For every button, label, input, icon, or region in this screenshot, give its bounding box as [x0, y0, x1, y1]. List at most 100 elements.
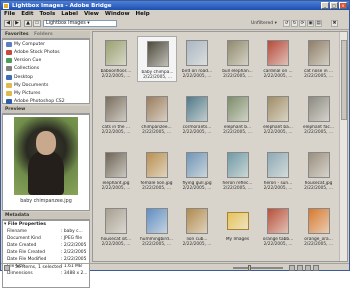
- thumbnail-item[interactable]: orange tabb... 2/22/2005, ...: [258, 204, 298, 250]
- thumbnail-item[interactable]: cormorants... 2/22/2005, ...: [177, 92, 217, 138]
- up-folder-icon[interactable]: ▲: [24, 20, 32, 27]
- title-bar[interactable]: Lightbox Images - Adobe Bridge _ □ ×: [1, 1, 349, 10]
- menu-tools[interactable]: Tools: [39, 11, 55, 17]
- thumbnail-item[interactable]: lion cub... 2/22/2005, ...: [177, 204, 217, 250]
- favorite-adobe-stock-photos[interactable]: Adobe Stock Photos: [6, 50, 60, 55]
- folder-icon: [6, 83, 12, 88]
- thumbnail-item[interactable]: bird on road... 2/22/2005, ...: [177, 36, 217, 82]
- thumbnail-image: [267, 152, 289, 178]
- view-filmstrip-icon[interactable]: [297, 265, 303, 271]
- thumbnail-item[interactable]: cats in the ... 2/22/2005, ...: [96, 92, 136, 138]
- filter-dropdown[interactable]: Unfiltered ▾: [251, 21, 277, 26]
- thumbnail-item[interactable]: elephant fac... 2/22/2005, ...: [299, 92, 339, 138]
- thumbnail-image: [105, 208, 127, 234]
- favorite-label: Desktop: [14, 75, 33, 80]
- thumbnail-image-frame: [183, 207, 211, 235]
- thumbnail-image: [226, 96, 249, 122]
- thumbnail-date: 2/22/2005, ...: [263, 74, 293, 79]
- thumbnail-item[interactable]: baboonfloor.... 2/22/2005, ...: [96, 36, 136, 82]
- photoshop-icon: [6, 99, 12, 104]
- thumbnail-item[interactable]: chimpanzee... 2/22/2005, ...: [137, 92, 177, 138]
- file-properties-section[interactable]: ▾ File Properties: [4, 222, 46, 227]
- thumbnail-date: 2/22/2005, ...: [223, 74, 252, 79]
- favorite-my-documents[interactable]: My Documents: [6, 83, 48, 88]
- thumbnail-item[interactable]: elephant b... 2/22/2005, ...: [218, 92, 258, 138]
- favorite-label: Collections: [14, 66, 40, 71]
- thumbnail-item[interactable]: heron reflec... 2/22/2005, ...: [218, 148, 258, 194]
- metadata-value: : baby c...: [61, 229, 83, 234]
- menu-help[interactable]: Help: [136, 11, 150, 17]
- minimize-button[interactable]: _: [321, 2, 329, 9]
- trash-icon[interactable]: ✖: [331, 20, 338, 27]
- metadata-panel-header[interactable]: Metadata: [2, 212, 90, 220]
- menu-edit[interactable]: Edit: [21, 11, 33, 17]
- favorite-my-computer[interactable]: My Computer: [6, 42, 45, 47]
- vertical-scrollbar[interactable]: [339, 32, 347, 261]
- view-details-icon[interactable]: [305, 265, 311, 271]
- metadata-value: : 2/22/2005: [61, 250, 87, 255]
- thumbnail-item[interactable]: cardinal on ... 2/22/2005, ...: [258, 36, 298, 82]
- rotate-left-icon[interactable]: ↺: [283, 20, 290, 27]
- menu-view[interactable]: View: [84, 11, 99, 17]
- compact-mode-icon[interactable]: ▤: [315, 20, 322, 27]
- menu-file[interactable]: File: [4, 11, 15, 17]
- close-button[interactable]: ×: [339, 2, 347, 9]
- thumbnail-item[interactable]: bull elephan... 2/22/2005, ...: [218, 36, 258, 82]
- thumbnail-date: 2/22/2005, ...: [182, 242, 212, 247]
- thumbnail-image: [186, 40, 208, 66]
- view-thumbnails-icon[interactable]: [289, 265, 295, 271]
- tab-favorites[interactable]: Favorites: [5, 32, 29, 37]
- preview-panel-header[interactable]: Preview: [2, 106, 90, 114]
- thumbnail-item[interactable]: female lion.jpg 2/22/2005, ...: [137, 148, 177, 194]
- toggle-panels-icon[interactable]: [4, 265, 10, 271]
- back-icon[interactable]: ◀: [4, 20, 12, 27]
- forward-icon[interactable]: ▶: [13, 20, 21, 27]
- thumbnail-item[interactable]: heron - sun... 2/22/2005, ...: [258, 148, 298, 194]
- thumbnail-item[interactable]: elephant ba... 2/22/2005, ...: [258, 92, 298, 138]
- menu-label[interactable]: Label: [61, 11, 78, 17]
- thumbnail-size-slider[interactable]: [233, 267, 283, 269]
- thumbnail-item[interactable]: housecat.jpg 2/22/2005, ...: [299, 148, 339, 194]
- thumbnail-image: [186, 96, 208, 122]
- thumbnail-item[interactable]: orange_ora... 2/22/2005, ...: [299, 204, 339, 250]
- thumbnail-size-slider-knob[interactable]: [248, 265, 251, 271]
- view-versions-icon[interactable]: [313, 265, 319, 271]
- favorite-version-cue[interactable]: Version Cue: [6, 58, 41, 63]
- location-label: Lightbox Images: [46, 21, 86, 26]
- favorite-photoshop[interactable]: Adobe Photoshop CS2: [6, 99, 65, 104]
- menu-window[interactable]: Window: [105, 11, 130, 17]
- tab-folders[interactable]: Folders: [34, 32, 53, 37]
- thumbnail-date: 2/22/2005, ...: [182, 186, 212, 191]
- thumbnail-item[interactable]: flying gull.jpg 2/22/2005, ...: [177, 148, 217, 194]
- favorite-my-pictures[interactable]: My Pictures: [6, 91, 40, 96]
- thumbnail-item[interactable]: housecat sit... 2/22/2005, ...: [96, 204, 136, 250]
- scrollbar-thumb[interactable]: [341, 40, 347, 120]
- thumbnail-item[interactable]: My Images: [218, 204, 258, 250]
- thumbnail-item[interactable]: baby chimpa... 2/22/2005, ...: [136, 36, 177, 82]
- favorite-label: Adobe Stock Photos: [14, 50, 60, 55]
- thumbnail-image: [105, 40, 127, 66]
- favorite-desktop[interactable]: Desktop: [6, 75, 33, 80]
- rotate-right-icon[interactable]: ↻: [291, 20, 298, 27]
- thumbnail-image-frame: [224, 95, 252, 123]
- bridge-window: Lightbox Images - Adobe Bridge _ □ × Fil…: [0, 0, 350, 288]
- thumbnail-date: 2/22/2005, ...: [143, 75, 172, 80]
- thumbnail-image: [307, 152, 330, 178]
- thumbnail-item[interactable]: hummingbird... 2/22/2005, ...: [137, 204, 177, 250]
- thumbnail-date: 2/22/2005, ...: [263, 242, 293, 247]
- favorite-collections[interactable]: Collections: [6, 66, 39, 71]
- metadata-label: Date Created: [7, 243, 37, 248]
- thumbnail-item[interactable]: cat nose in ... 2/22/2005, ...: [299, 36, 339, 82]
- new-folder-icon[interactable]: ▣: [307, 20, 314, 27]
- thumbnail-item[interactable]: elephant.jpg 2/22/2005, ...: [96, 148, 136, 194]
- thumbnail-image-frame: [102, 39, 130, 67]
- thumbnail-image-frame: [305, 207, 333, 235]
- location-dropdown[interactable]: Lightbox Images ▾: [43, 20, 117, 27]
- folder-icon[interactable]: ▭: [33, 20, 41, 27]
- maximize-button[interactable]: □: [330, 2, 338, 9]
- thumbnail-image-frame: [143, 95, 171, 123]
- refresh-icon[interactable]: ⟳: [299, 20, 306, 27]
- metadata-value: : JPEG file: [61, 236, 83, 241]
- thumbnail-date: 2/22/2005, ...: [223, 186, 252, 191]
- version-cue-icon: [6, 58, 12, 63]
